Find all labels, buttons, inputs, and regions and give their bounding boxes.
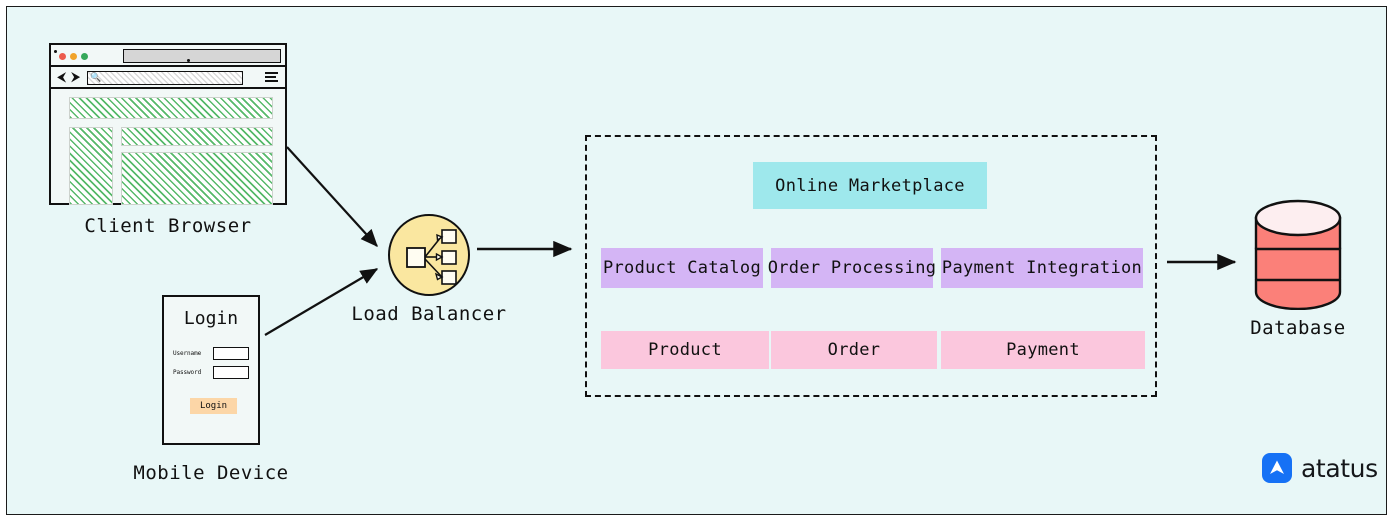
diagram-canvas: ⮜ ⮞ 🔍 Client Browser Login Username Pass…	[6, 6, 1387, 515]
box-order-processing[interactable]: Order Processing	[768, 248, 936, 288]
tab-favicon-icon	[187, 59, 190, 62]
atatus-logo: atatus	[1262, 450, 1378, 486]
placeholder-subheader	[121, 127, 273, 146]
tab-separator-dot-icon	[54, 49, 57, 53]
load-balancer-node	[388, 214, 470, 296]
placeholder-main	[121, 152, 273, 205]
password-label: Password	[173, 369, 202, 376]
box-payment[interactable]: Payment	[941, 331, 1145, 369]
load-balancer-icon	[406, 229, 457, 285]
atatus-mark-icon	[1262, 453, 1292, 483]
password-field-row: Password	[173, 366, 249, 379]
mobile-device-label: Mobile Device	[133, 462, 289, 484]
browser-address-bar[interactable]: 🔍	[87, 71, 243, 85]
back-arrow-icon[interactable]: ⮜	[57, 71, 66, 84]
username-label: Username	[173, 350, 202, 357]
placeholder-banner	[69, 97, 273, 119]
login-button[interactable]: Login	[190, 398, 237, 414]
browser-toolbar: ⮜ ⮞ 🔍	[51, 67, 285, 89]
load-balancer-label: Load Balancer	[351, 303, 507, 325]
browser-titlebar	[51, 45, 285, 67]
placeholder-sidebar	[69, 127, 113, 205]
box-product-catalog[interactable]: Product Catalog	[601, 248, 763, 288]
database-node	[1250, 192, 1346, 311]
traffic-light-amber-icon	[70, 53, 77, 60]
database-cylinder-icon	[1254, 199, 1342, 311]
password-input[interactable]	[213, 366, 249, 379]
mobile-device-mockup: Login Username Password Login	[162, 295, 260, 445]
traffic-light-red-icon	[59, 53, 66, 60]
box-order[interactable]: Order	[771, 331, 937, 369]
box-online-marketplace[interactable]: Online Marketplace	[753, 162, 987, 209]
traffic-light-green-icon	[81, 53, 88, 60]
hamburger-menu-icon[interactable]	[265, 72, 278, 84]
arrow-browser-to-lb	[286, 146, 378, 247]
client-browser-mockup: ⮜ ⮞ 🔍	[49, 43, 287, 205]
browser-tab[interactable]	[123, 49, 281, 63]
search-icon: 🔍	[90, 73, 102, 83]
database-label: Database	[1250, 317, 1346, 339]
arrow-mobile-to-lb	[264, 268, 379, 336]
box-payment-integration[interactable]: Payment Integration	[941, 248, 1143, 288]
login-form-title: Login	[183, 308, 239, 329]
forward-arrow-icon[interactable]: ⮞	[71, 71, 80, 84]
username-field-row: Username	[173, 347, 249, 360]
username-input[interactable]	[213, 347, 249, 360]
box-product[interactable]: Product	[601, 331, 769, 369]
client-browser-label: Client Browser	[84, 215, 252, 237]
atatus-wordmark: atatus	[1301, 453, 1378, 483]
browser-content-area	[51, 89, 285, 205]
